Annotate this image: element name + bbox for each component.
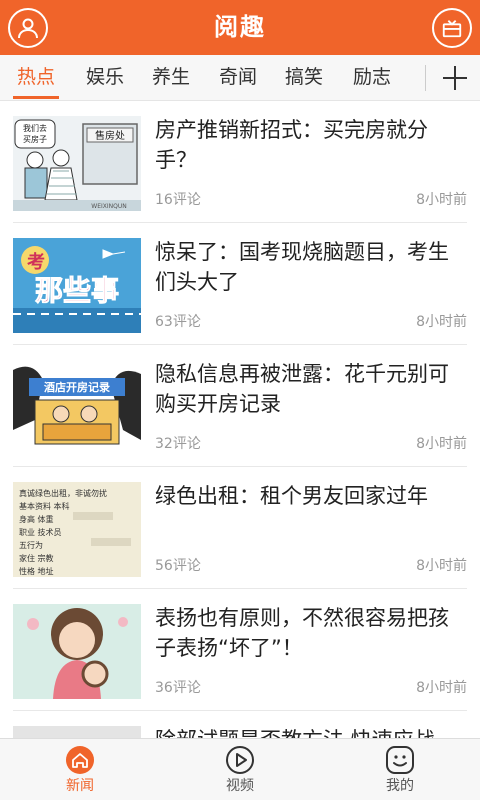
nav-video-label: 视频 xyxy=(226,778,254,794)
article-time: 8小时前 xyxy=(416,314,467,330)
article-list: 售房处 我们去 买房子 WEIXINQUN 房产推销新招式：买完房就分手？ 16… xyxy=(0,101,480,738)
nav-video[interactable]: 视频 xyxy=(190,739,290,800)
svg-text:五行为: 五行为 xyxy=(19,540,43,550)
add-category-button[interactable] xyxy=(430,55,480,101)
article-comment-count: 36评论 xyxy=(155,680,201,696)
nav-mine[interactable]: 我的 xyxy=(350,739,450,800)
article-item[interactable]: 售房处 我们去 买房子 WEIXINQUN 房产推销新招式：买完房就分手？ 16… xyxy=(0,101,480,223)
app-header: 阅趣 xyxy=(0,0,480,55)
svg-text:买房子: 买房子 xyxy=(23,134,47,144)
thumb-main-text: 那些事 xyxy=(35,274,119,307)
article-item[interactable]: 除部试题是否教方法 快速应战 xyxy=(0,711,480,738)
article-time: 8小时前 xyxy=(416,558,467,574)
svg-text:基本资料 本科: 基本资料 本科 xyxy=(19,501,70,511)
gift-icon xyxy=(442,20,462,38)
article-title: 房产推销新招式：买完房就分手？ xyxy=(155,118,428,172)
svg-text:职业 技术员: 职业 技术员 xyxy=(19,527,62,537)
svg-text:家住 宗教: 家住 宗教 xyxy=(19,553,54,563)
tab-inspirational[interactable]: 励志 xyxy=(349,55,395,101)
article-thumbnail: 售房处 我们去 买房子 WEIXINQUN xyxy=(13,116,141,211)
tab-health[interactable]: 养生 xyxy=(148,55,194,101)
nav-news-label: 新闻 xyxy=(66,778,94,794)
svg-text:真诚绿色出租，非诚勿扰: 真诚绿色出租，非诚勿扰 xyxy=(19,488,107,498)
svg-text:我们去: 我们去 xyxy=(23,123,47,133)
tabs-divider xyxy=(425,65,426,91)
plus-icon xyxy=(443,66,467,90)
article-thumbnail xyxy=(13,726,141,738)
thumb-sign-text: 售房处 xyxy=(95,129,125,142)
article-comment-count: 16评论 xyxy=(155,192,201,208)
article-item[interactable]: 表扬也有原则，不然很容易把孩子表扬“坏了”！ 36评论 8小时前 xyxy=(0,589,480,711)
tab-funny[interactable]: 搞笑 xyxy=(281,55,327,101)
thumb-caption: WEIXINQUN xyxy=(91,203,126,210)
article-title: 隐私信息再被泄露：花千元别可购买开房记录 xyxy=(155,362,449,416)
article-thumbnail xyxy=(13,604,141,699)
tab-oddities[interactable]: 奇闻 xyxy=(215,55,261,101)
tab-entertainment[interactable]: 娱乐 xyxy=(82,55,128,101)
article-item[interactable]: 真诚绿色出租，非诚勿扰 基本资料 本科 身高 体重 职业 技术员 五行为 家住 … xyxy=(0,467,480,589)
svg-text:性格 地址: 性格 地址 xyxy=(19,566,54,576)
article-comment-count: 32评论 xyxy=(155,436,201,452)
bottom-navigation: 新闻 视频 我的 xyxy=(0,738,480,800)
thumb-sign-text: 酒店开房记录 xyxy=(44,380,110,394)
article-comment-count: 63评论 xyxy=(155,314,201,330)
article-title: 表扬也有原则，不然很容易把孩子表扬“坏了”！ xyxy=(155,606,449,660)
article-title: 惊呆了：国考现烧脑题目，考生们头大了 xyxy=(155,240,449,294)
article-item[interactable]: 考 那些事 惊呆了：国考现烧脑题目，考生们头大了 63评论 8小时前 xyxy=(0,223,480,345)
nav-mine-label: 我的 xyxy=(386,778,414,794)
article-time: 8小时前 xyxy=(416,680,467,696)
article-thumbnail: 考 那些事 xyxy=(13,238,141,333)
nav-news[interactable]: 新闻 xyxy=(30,739,130,800)
article-comment-count: 56评论 xyxy=(155,558,201,574)
app-title: 阅趣 xyxy=(214,13,266,41)
article-thumbnail: 酒店开房记录 xyxy=(13,360,141,455)
thumb-tag: 考 xyxy=(27,251,45,273)
article-title: 绿色出租：租个男友回家过年 xyxy=(155,484,428,508)
home-icon xyxy=(65,745,95,775)
article-thumbnail: 真诚绿色出租，非诚勿扰 基本资料 本科 身高 体重 职业 技术员 五行为 家住 … xyxy=(13,482,141,577)
article-title: 除部试题是否教方法 快速应战 xyxy=(155,725,455,738)
article-time: 8小时前 xyxy=(416,192,467,208)
article-time: 8小时前 xyxy=(416,436,467,452)
article-item[interactable]: 酒店开房记录 隐私信息再被泄露：花千元别可购买开房记录 32评论 8小时前 xyxy=(0,345,480,467)
tab-hot[interactable]: 热点 xyxy=(13,55,59,101)
category-tabs: 热点 娱乐 养生 奇闻 搞笑 励志 xyxy=(0,55,480,101)
gift-button[interactable] xyxy=(432,8,472,48)
play-icon xyxy=(225,745,255,775)
smiley-icon xyxy=(385,745,415,775)
svg-text:身高 体重: 身高 体重 xyxy=(19,514,54,524)
